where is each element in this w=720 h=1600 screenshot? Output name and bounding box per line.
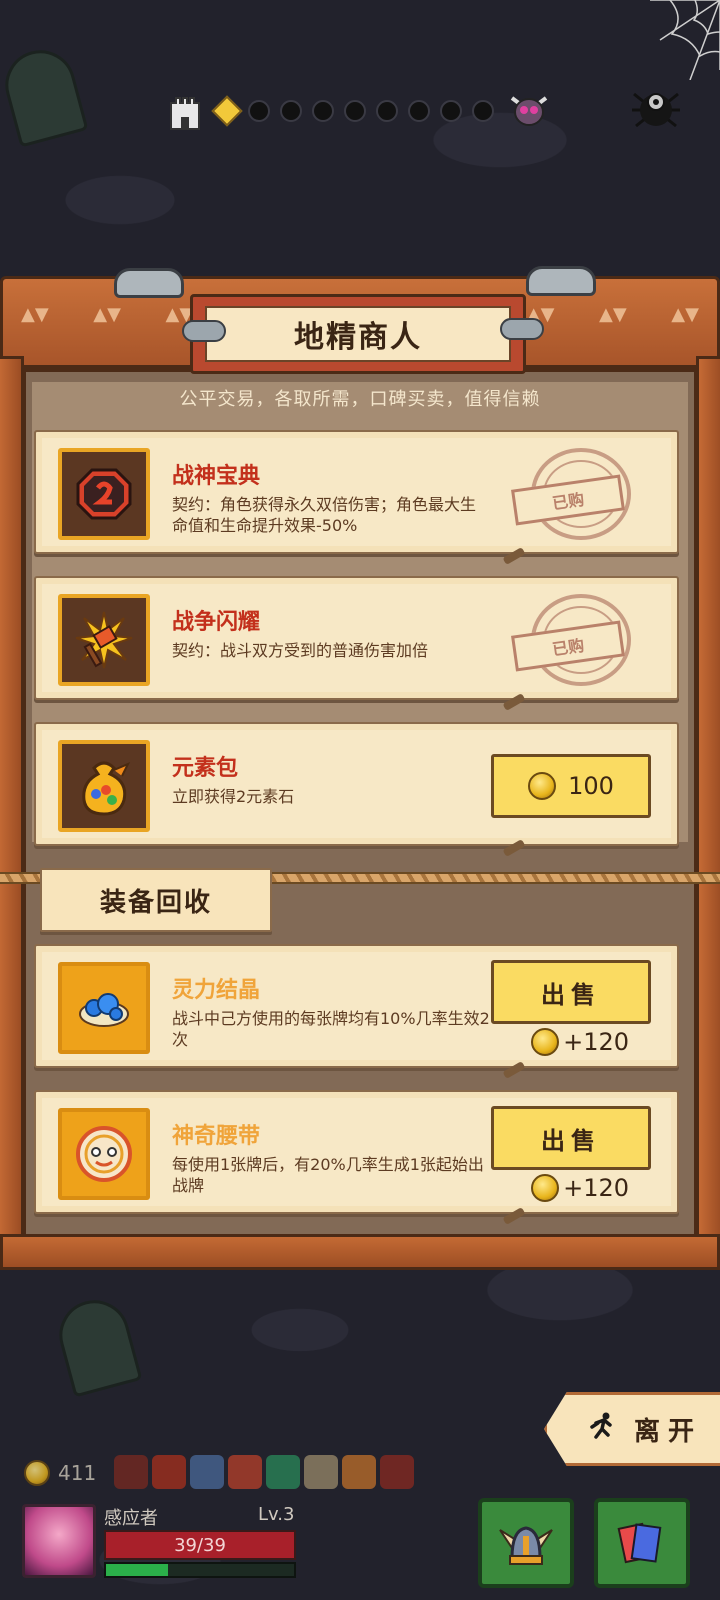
item-description: 每使用1张牌后，有20%几率生成1张起始出战牌	[172, 1155, 484, 1195]
winged-helmet-icon	[499, 1526, 553, 1565]
shop-item-card[interactable]: 战神宝典 契约：角色获得永久双倍伤害；角色最大生命值和生命提升效果-50% 已购	[34, 430, 679, 565]
war-flare-icon	[58, 594, 150, 686]
tombstone-decoration	[51, 1292, 143, 1398]
metal-hook-decoration	[114, 268, 184, 298]
red-seal-relic[interactable]	[380, 1455, 414, 1489]
gold-coin-icon	[24, 1460, 50, 1486]
sell-price: +120	[531, 1174, 629, 1202]
buy-button[interactable]: 100	[491, 754, 651, 818]
map-progress	[168, 88, 563, 134]
metal-hook-decoration	[526, 266, 596, 296]
skull-relic[interactable]	[304, 1455, 338, 1489]
bolt-decoration	[500, 318, 544, 340]
sell-price: +120	[531, 1028, 629, 1056]
card-stack-icon	[617, 1522, 662, 1564]
player-hp-bar: 39/39	[104, 1530, 296, 1560]
green-orb-relic[interactable]	[266, 1455, 300, 1489]
item-description: 战斗中己方使用的每张牌均有10%几率生效2次	[172, 1009, 490, 1049]
leave-button[interactable]: 离开	[544, 1392, 720, 1466]
map-node	[408, 100, 430, 122]
bolt-decoration	[182, 320, 226, 342]
recycle-item-card[interactable]: 灵力结晶 战斗中己方使用的每张牌均有10%几率生效2次 出售 +120	[34, 944, 679, 1079]
item-name: 神奇腰带	[172, 1124, 261, 1149]
boss-skull-icon[interactable]	[506, 88, 552, 134]
map-node	[312, 100, 334, 122]
item-description: 契约：战斗双方受到的普通伤害加倍	[172, 641, 429, 660]
spark-relic[interactable]	[228, 1455, 262, 1489]
item-description: 立即获得2元素石	[172, 787, 295, 806]
xp-fill	[106, 1564, 169, 1576]
equipment-button[interactable]	[478, 1498, 574, 1588]
player-xp-bar	[104, 1562, 296, 1578]
shop-title: 地精商人	[205, 306, 511, 362]
shop-title-plate: 地精商人	[190, 294, 526, 374]
map-node	[344, 100, 366, 122]
player-name: 感应者	[104, 1508, 158, 1529]
item-price: 100	[568, 772, 614, 800]
tombstone-decoration	[0, 42, 89, 148]
item-name: 战神宝典	[172, 464, 261, 489]
settings-gear-icon[interactable]	[628, 80, 684, 136]
recycle-section-title: 装备回收	[40, 868, 272, 932]
item-description: 契约：角色获得永久双倍伤害；角色最大生命值和生命提升效果-50%	[172, 495, 477, 535]
fire-relic[interactable]	[342, 1455, 376, 1489]
gold-coin-icon	[528, 772, 557, 800]
castle-icon[interactable]	[168, 91, 202, 131]
shop-item-card[interactable]: 元素包 立即获得2元素石 100	[34, 722, 679, 857]
board-left-post	[0, 356, 24, 1256]
item-name: 战争闪耀	[172, 610, 261, 635]
war-god-tome-icon	[58, 448, 150, 540]
map-node	[248, 100, 270, 122]
shop-subtitle: 公平交易，各取所需，口碑买卖，值得信赖	[179, 389, 541, 410]
gold-coin-icon	[531, 1028, 560, 1056]
player-level: Lv.3	[258, 1504, 295, 1525]
shop-item-card[interactable]: 战争闪耀 契约：战斗双方受到的普通伤害加倍 已购	[34, 576, 679, 711]
spirit-crystal-icon	[58, 962, 150, 1054]
red-rune-relic[interactable]	[114, 1455, 148, 1489]
leave-label: 离开	[633, 1416, 702, 1447]
board-right-post	[696, 356, 720, 1256]
sell-button[interactable]: 出售	[491, 960, 651, 1024]
item-name: 灵力结晶	[172, 978, 261, 1003]
card-deck-button[interactable]	[594, 1498, 690, 1588]
map-node	[472, 100, 494, 122]
sell-button[interactable]: 出售	[491, 1106, 651, 1170]
player-gold: 411	[24, 1460, 96, 1486]
running-man-icon	[586, 1411, 616, 1448]
gold-coin-icon	[531, 1174, 560, 1202]
map-node	[280, 100, 302, 122]
map-node	[376, 100, 398, 122]
flame-relic[interactable]	[152, 1455, 186, 1489]
cobweb-decoration	[630, 0, 720, 81]
player-hp: 39/39	[174, 1534, 226, 1556]
board-bottom-beam	[0, 1234, 720, 1270]
item-name: 元素包	[172, 756, 239, 781]
relic-bar	[114, 1455, 418, 1489]
element-bag-icon	[58, 740, 150, 832]
magic-belt-icon	[58, 1108, 150, 1200]
recycle-item-card[interactable]: 神奇腰带 每使用1张牌后，有20%几率生成1张起始出战牌 出售 +120	[34, 1090, 679, 1225]
current-node-diamond	[211, 95, 243, 127]
map-node	[440, 100, 462, 122]
player-avatar[interactable]	[22, 1504, 96, 1578]
blue-rune-relic[interactable]	[190, 1455, 224, 1489]
